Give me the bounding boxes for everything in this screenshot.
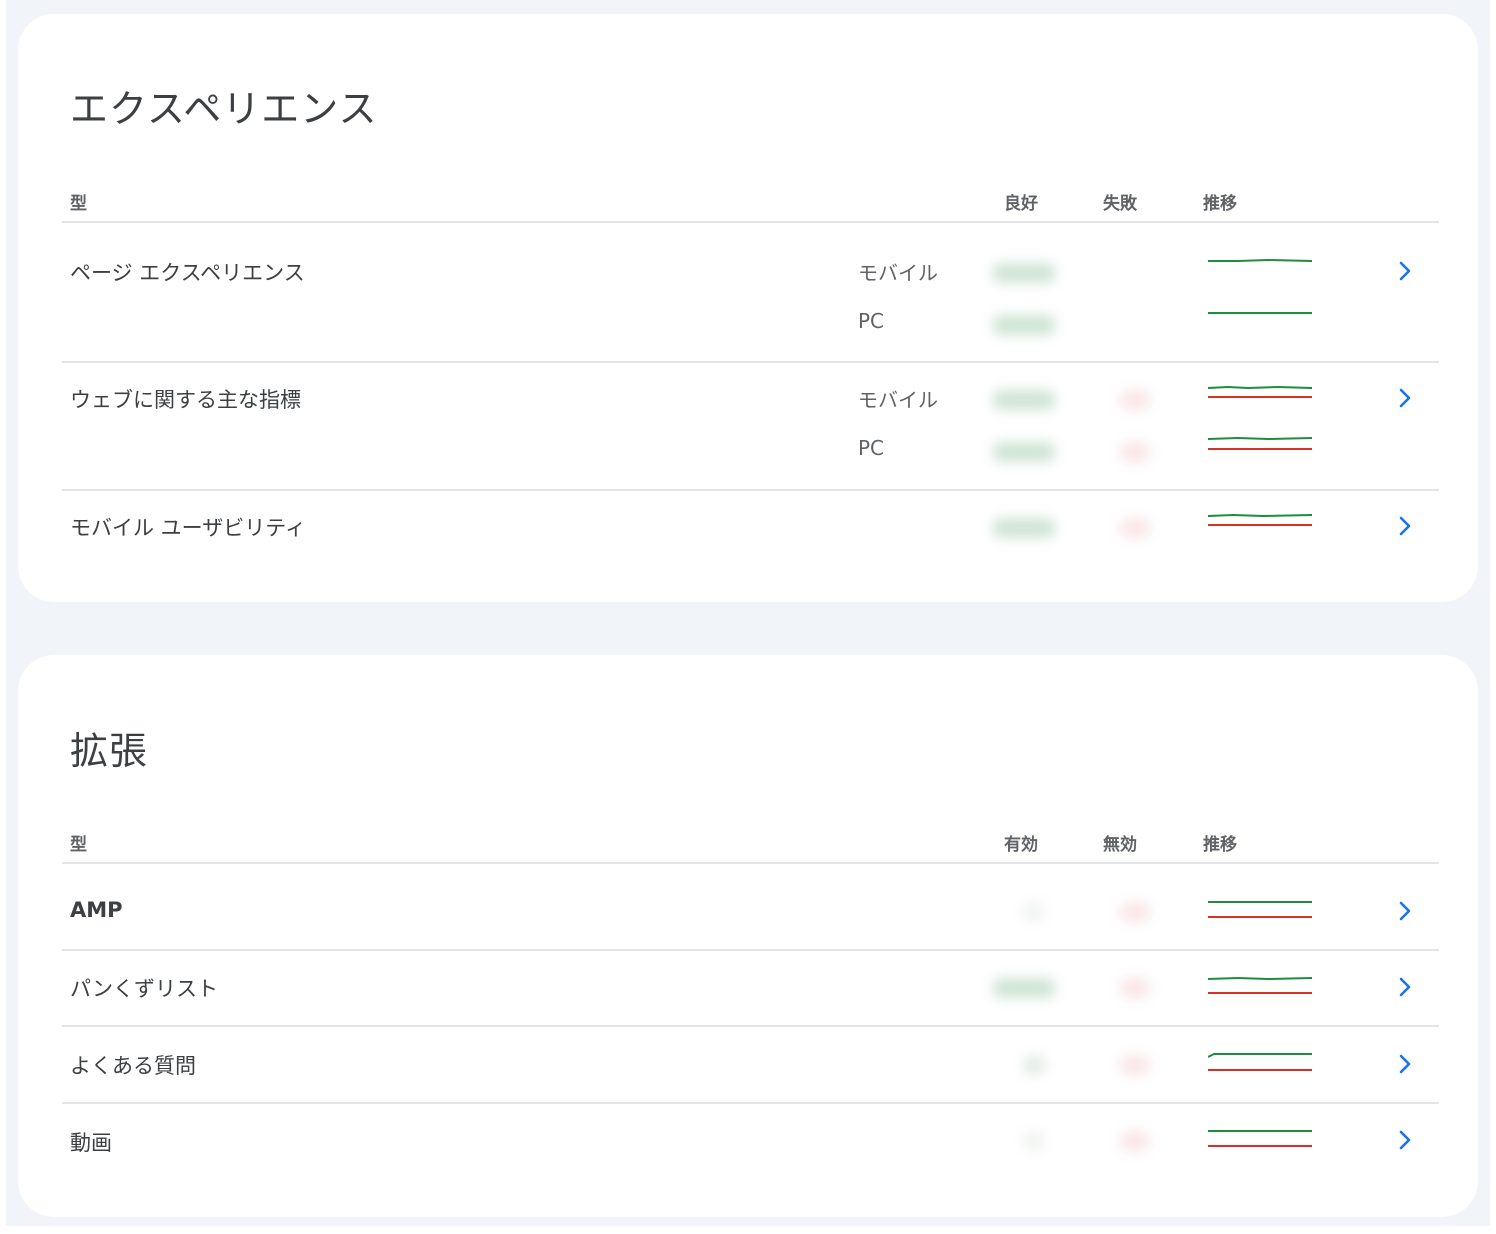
chevron-right-icon[interactable] [1392,258,1418,284]
device-label-pc: PC [858,436,885,460]
table-row-amp[interactable]: AMP [62,874,1439,951]
column-header-type: 型 [70,194,87,214]
good-count-redacted [992,315,1056,335]
trend-line-good [1208,258,1312,262]
good-count-redacted [992,518,1056,538]
trend-sparkline [1208,250,1312,272]
invalid-count-redacted [1120,1131,1150,1151]
invalid-count-redacted [1120,1055,1150,1075]
row-name: ページ エクスペリエンス [70,261,305,285]
trend-line-good [1208,385,1312,390]
failed-count-redacted [1120,518,1150,538]
good-count-redacted [992,390,1056,410]
trend-sparkline [1208,429,1312,451]
enhancements-card: 拡張 型 有効 無効 推移 AMP パンくずリスト よくある質問 動画 [18,655,1478,1217]
failed-count-redacted [1120,390,1150,410]
trend-sparkline [1208,302,1312,324]
row-name: ウェブに関する主な指標 [70,388,301,412]
table-row-core-web-vitals[interactable]: ウェブに関する主な指標 モバイル PC [62,362,1439,491]
row-name: よくある質問 [70,1054,196,1078]
enhancements-table-header: 型 有効 無効 推移 [62,818,1439,864]
valid-count-redacted [1022,1055,1046,1075]
row-name: モバイル ユーザビリティ [70,516,306,540]
table-row-mobile-usability[interactable]: モバイル ユーザビリティ [62,490,1439,570]
table-row-faq[interactable]: よくある質問 [62,1027,1439,1104]
trend-sparkline [1208,898,1312,920]
valid-count-redacted [992,978,1056,998]
trend-sparkline [1208,377,1312,399]
row-name: AMP [70,898,123,922]
trend-sparkline [1208,505,1312,527]
device-label-mobile: モバイル [858,261,938,285]
device-label-pc: PC [858,309,885,333]
column-header-failed: 失敗 [1103,194,1137,214]
good-count-redacted [992,263,1056,283]
column-header-invalid: 無効 [1103,835,1137,855]
enhancements-title: 拡張 [70,729,149,773]
failed-count-redacted [1120,442,1150,462]
chevron-right-icon[interactable] [1392,385,1418,411]
trend-line-good [1208,436,1312,441]
chevron-right-icon[interactable] [1392,898,1418,924]
trend-sparkline [1208,1127,1312,1149]
trend-line-good [1208,513,1312,518]
valid-count-redacted [1022,902,1046,922]
column-header-trend: 推移 [1203,194,1237,214]
column-header-type: 型 [70,835,87,855]
table-row-page-experience[interactable]: ページ エクスペリエンス モバイル PC [62,233,1439,363]
trend-line-good [1208,976,1312,981]
device-label-mobile: モバイル [858,388,938,412]
experience-table-header: 型 良好 失敗 推移 [62,177,1439,223]
invalid-count-redacted [1120,902,1150,922]
chevron-right-icon[interactable] [1392,974,1418,1000]
table-row-breadcrumbs[interactable]: パンくずリスト [62,950,1439,1027]
chevron-right-icon[interactable] [1392,1127,1418,1153]
column-header-good: 良好 [1004,194,1038,214]
trend-line-good [1208,1053,1312,1058]
chevron-right-icon[interactable] [1392,1051,1418,1077]
row-name: 動画 [70,1131,112,1155]
invalid-count-redacted [1120,978,1150,998]
trend-sparkline [1208,974,1312,996]
row-name: パンくずリスト [70,977,219,1001]
column-header-trend: 推移 [1203,835,1237,855]
trend-sparkline [1208,1051,1312,1073]
chevron-right-icon[interactable] [1392,513,1418,539]
table-row-video[interactable]: 動画 [62,1103,1439,1178]
valid-count-redacted [1022,1131,1046,1151]
column-header-valid: 有効 [1004,835,1038,855]
good-count-redacted [992,442,1056,462]
experience-card: エクスペリエンス 型 良好 失敗 推移 ページ エクスペリエンス モバイル PC… [18,14,1478,602]
experience-title: エクスペリエンス [70,87,378,131]
